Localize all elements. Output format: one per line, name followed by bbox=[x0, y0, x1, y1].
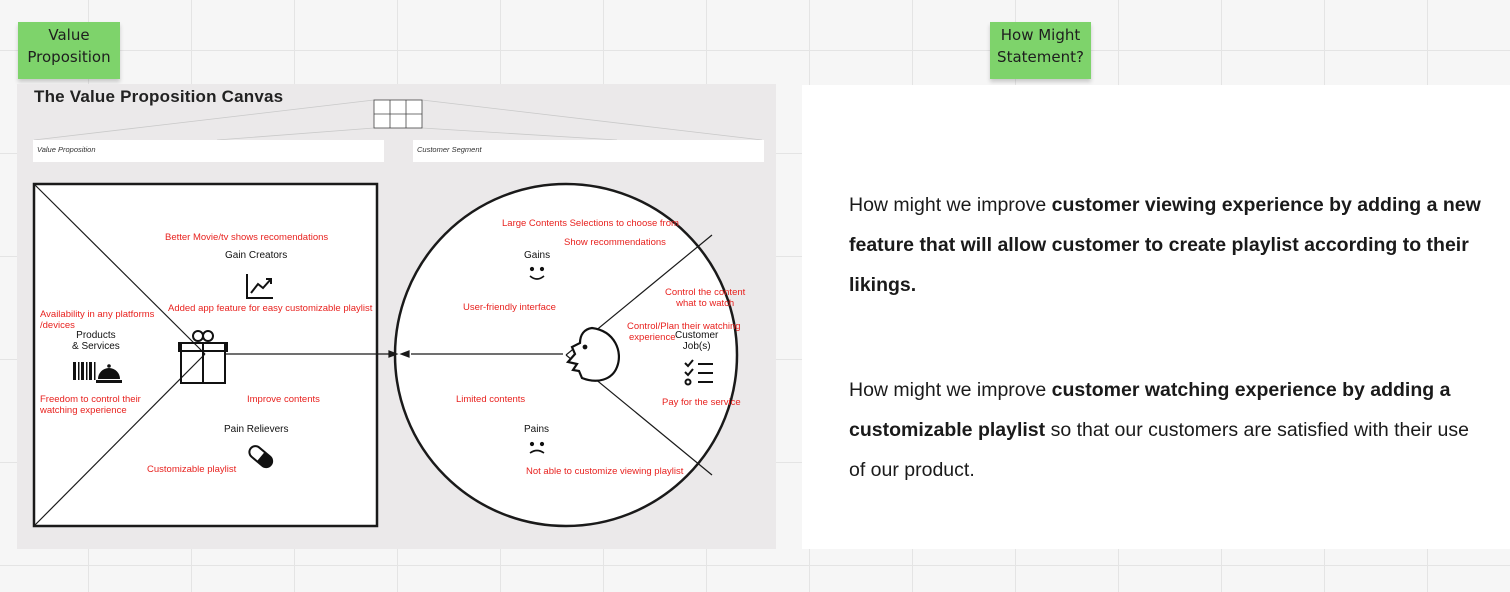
canvas-title: The Value Proposition Canvas bbox=[34, 87, 284, 106]
sticky-note-how-might[interactable]: How Might Statement? bbox=[990, 22, 1091, 79]
note-control-content: Control the content what to watch bbox=[665, 287, 745, 309]
note-line: watching experience bbox=[40, 405, 127, 416]
pain-relievers-label: Pain Relievers bbox=[224, 424, 289, 435]
label-line: Job(s) bbox=[682, 341, 711, 352]
customer-jobs-label: Customer Job(s) bbox=[675, 330, 718, 352]
gains-label: Gains bbox=[524, 250, 551, 261]
note-user-friendly: User-friendly interface bbox=[463, 302, 556, 313]
note-added-app-feature: Added app feature for easy customizable … bbox=[168, 303, 373, 314]
sticky-note-value-proposition[interactable]: Value Proposition bbox=[18, 22, 120, 79]
note-customizable-playlist: Customizable playlist bbox=[147, 464, 237, 475]
note-improve-contents: Improve contents bbox=[247, 394, 320, 405]
note-better-movie: Better Movie/tv shows recomendations bbox=[165, 232, 329, 243]
label-line: & Services bbox=[72, 341, 120, 352]
how-might-panel[interactable]: How might we improve customer viewing ex… bbox=[802, 85, 1510, 549]
sticky-line-2: Statement? bbox=[997, 48, 1084, 66]
sticky-line-1: Value bbox=[48, 26, 90, 44]
section-label-customer-segment: Customer Segment bbox=[413, 140, 764, 162]
label-line: Customer bbox=[675, 330, 719, 341]
note-freedom: Freedom to control their watching experi… bbox=[40, 394, 141, 416]
canvas-thumbnail bbox=[373, 99, 423, 129]
note-pay-service: Pay for the service bbox=[662, 397, 741, 408]
note-line: Control the content bbox=[665, 287, 746, 298]
statement-prefix: How might we improve bbox=[849, 379, 1052, 401]
note-large-contents: Large Contents Selections to choose from bbox=[502, 218, 679, 229]
label-line: Products bbox=[76, 330, 116, 341]
note-show-recommendations: Show recommendations bbox=[564, 237, 666, 248]
note-limited-contents: Limited contents bbox=[456, 394, 526, 405]
note-line: what to watch bbox=[676, 298, 735, 309]
sticky-line-1: How Might bbox=[1000, 26, 1081, 44]
note-not-able: Not able to customize viewing playlist bbox=[526, 466, 684, 477]
note-availability: Availability in any platforms /devices bbox=[40, 309, 154, 331]
note-line: Freedom to control their bbox=[40, 394, 141, 405]
note-line: Availability in any platforms bbox=[40, 309, 155, 320]
value-proposition-canvas[interactable]: The Value Proposition Canvas Value Propo… bbox=[17, 84, 776, 549]
how-might-statement-1: How might we improve customer viewing ex… bbox=[849, 185, 1489, 305]
sticky-line-2: Proposition bbox=[27, 48, 111, 66]
how-might-statement-2: How might we improve customer watching e… bbox=[849, 370, 1489, 490]
gain-creators-label: Gain Creators bbox=[225, 250, 288, 261]
pains-label: Pains bbox=[524, 424, 550, 435]
products-services-label: Products & Services bbox=[72, 330, 120, 352]
section-label-value-proposition: Value Proposition bbox=[33, 140, 384, 162]
statement-prefix: How might we improve bbox=[849, 194, 1052, 216]
